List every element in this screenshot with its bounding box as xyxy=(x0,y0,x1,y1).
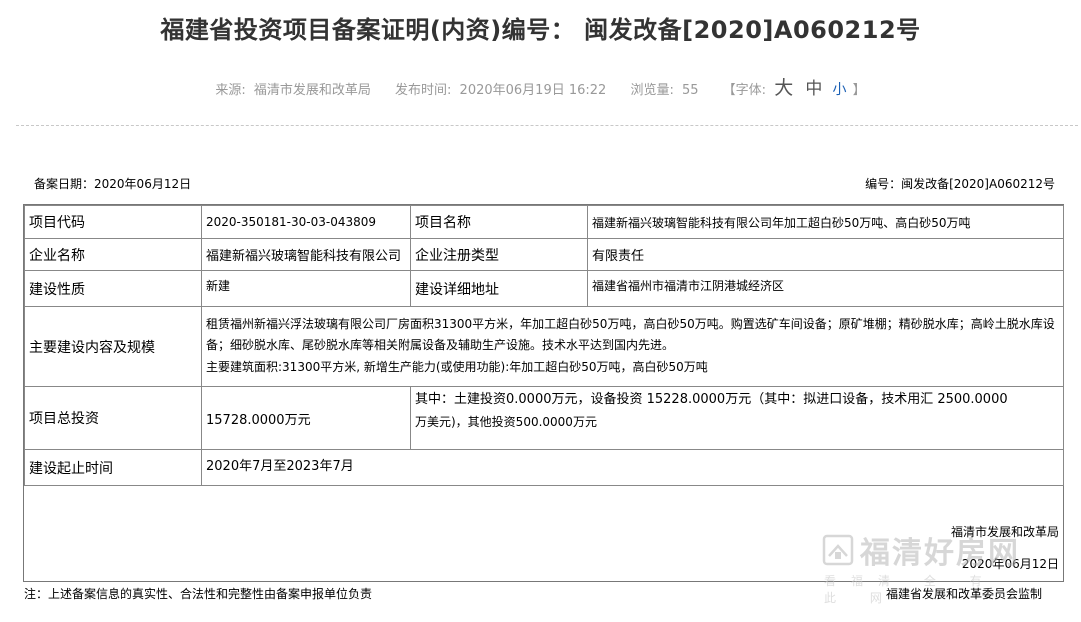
company-value: 福建新福兴玻璃智能科技有限公司 xyxy=(201,238,411,271)
record-number-value: 闽发改备[2020]A060212号 xyxy=(901,177,1055,191)
company-label: 企业名称 xyxy=(24,238,202,271)
disclaimer-note: 注：上述备案信息的真实性、合法性和完整性由备案申报单位负责 xyxy=(24,587,373,601)
publish-info: 发布时间: 2020年06月19日 16:22 xyxy=(395,83,610,98)
page-title: 福建省投资项目备案证明(内资)编号： 闽发改备[2020]A060212号 xyxy=(160,16,921,44)
reg-type-value: 有限责任 xyxy=(587,238,1064,271)
scope-paragraph-1: 租赁福州新福兴浮法玻璃有限公司厂房面积31300平方米，年加工超白砂50万吨，高… xyxy=(206,316,1055,352)
project-code-label: 项目代码 xyxy=(24,205,202,239)
source-info: 来源: 福清市发展和改革局 xyxy=(215,83,375,98)
source-label: 来源: xyxy=(215,83,246,98)
period-value: 2020年7月至2023年7月 xyxy=(201,449,1064,486)
source-value: 福清市发展和改革局 xyxy=(253,83,371,98)
project-code-value: 2020-350181-30-03-043809 xyxy=(201,205,411,239)
invest-detail-line-2: 万美元)，其他投资500.0000万元 xyxy=(415,415,597,429)
record-date: 备案日期：2020年06月12日 xyxy=(34,175,191,192)
font-size-small-link[interactable]: 小 xyxy=(833,82,847,98)
record-number: 编号：闽发改备[2020]A060212号 xyxy=(865,175,1055,192)
font-size-medium-link[interactable]: 中 xyxy=(805,79,822,99)
font-size-open: 【字体: xyxy=(722,83,767,98)
supervisor-text: 福建省发展和改革委员会监制 xyxy=(885,587,1042,601)
invest-total-value: 15728.0000万元 xyxy=(201,386,411,450)
publish-value: 2020年06月19日 16:22 xyxy=(459,83,607,98)
views-value: 55 xyxy=(681,83,699,98)
views-info: 浏览量: 55 xyxy=(630,83,702,98)
address-value: 福建省福州市福清市江阴港城经济区 xyxy=(587,270,1064,307)
certificate-box: 项目代码 2020-350181-30-03-043809 项目名称 福建新福兴… xyxy=(23,204,1064,582)
record-number-label: 编号： xyxy=(865,177,902,191)
project-name-value: 福建新福兴玻璃智能科技有限公司年加工超白砂50万吨、高白砂50万吨 xyxy=(587,205,1064,239)
issuer-name: 福清市发展和改革局 xyxy=(950,525,1059,539)
divider xyxy=(16,125,1078,126)
table-row: 项目总投资 15728.0000万元 其中：土建投资0.0000万元，设备投资 … xyxy=(24,386,1064,450)
article-meta: 来源: 福清市发展和改革局 发布时间: 2020年06月19日 16:22 浏览… xyxy=(0,73,1081,100)
font-size-control: 【字体: 大 中 小 】 xyxy=(722,77,866,99)
views-label: 浏览量: xyxy=(630,83,674,98)
nature-value: 新建 xyxy=(201,270,411,307)
scope-value: 租赁福州新福兴浮法玻璃有限公司厂房面积31300平方米，年加工超白砂50万吨，高… xyxy=(201,306,1064,387)
scope-paragraph-2: 主要建筑面积:31300平方米, 新增生产能力(或使用功能):年加工超白砂50万… xyxy=(206,359,708,374)
nature-label: 建设性质 xyxy=(24,270,202,307)
table-row: 企业名称 福建新福兴玻璃智能科技有限公司 企业注册类型 有限责任 xyxy=(24,238,1064,271)
publish-label: 发布时间: xyxy=(395,83,452,98)
table-row: 项目代码 2020-350181-30-03-043809 项目名称 福建新福兴… xyxy=(24,205,1064,239)
record-table: 项目代码 2020-350181-30-03-043809 项目名称 福建新福兴… xyxy=(24,205,1064,486)
invest-detail-line-1: 其中：土建投资0.0000万元，设备投资 15228.0000万元（其中：拟进口… xyxy=(415,392,1008,407)
record-date-label: 备案日期： xyxy=(34,177,95,191)
scope-label: 主要建设内容及规模 xyxy=(24,306,202,387)
reg-type-label: 企业注册类型 xyxy=(410,238,588,271)
table-row: 主要建设内容及规模 租赁福州新福兴浮法玻璃有限公司厂房面积31300平方米，年加… xyxy=(24,306,1064,387)
font-size-close: 】 xyxy=(852,83,866,98)
project-name-label: 项目名称 xyxy=(410,205,588,239)
invest-detail: 其中：土建投资0.0000万元，设备投资 15228.0000万元（其中：拟进口… xyxy=(410,386,1064,450)
period-label: 建设起止时间 xyxy=(24,449,202,486)
table-row: 建设性质 新建 建设详细地址 福建省福州市福清市江阴港城经济区 xyxy=(24,270,1064,307)
address-label: 建设详细地址 xyxy=(410,270,588,307)
table-row: 建设起止时间 2020年7月至2023年7月 xyxy=(24,449,1064,486)
invest-label: 项目总投资 xyxy=(24,386,202,450)
issue-date: 2020年06月12日 xyxy=(961,557,1059,571)
record-date-value: 2020年06月12日 xyxy=(94,177,192,191)
font-size-big-link[interactable]: 大 xyxy=(774,77,793,99)
